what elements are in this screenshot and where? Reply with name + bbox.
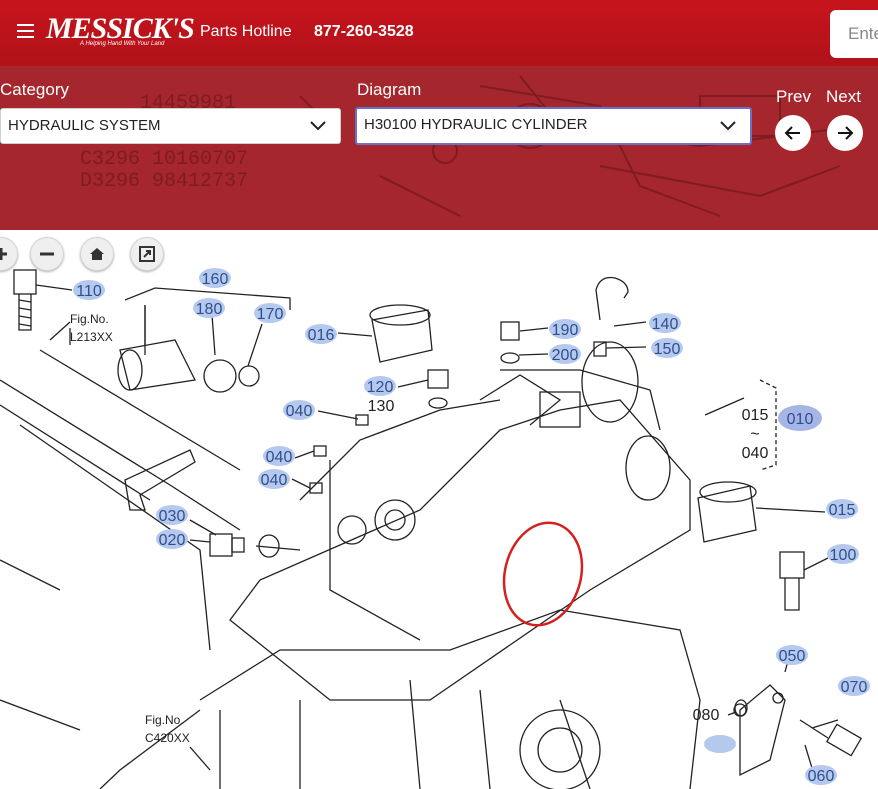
callout-200[interactable]: 200: [552, 347, 579, 364]
label-130: 130: [368, 398, 395, 415]
callout-160[interactable]: 160: [202, 271, 229, 288]
diagram-label: Diagram: [357, 80, 422, 99]
empty-callout: [704, 735, 736, 753]
banner-background-drawing: 14459981 C3296 10160707 D3296 98412737: [80, 75, 861, 217]
label-080: 080: [693, 707, 720, 724]
callout-016[interactable]: 016: [308, 327, 335, 344]
fullscreen-icon: [139, 246, 155, 262]
callout-140[interactable]: 140: [652, 316, 679, 333]
site-header: MESSICK'S A Helping Hand With Your Land …: [0, 0, 878, 66]
logo-tagline: A Helping Hand With Your Land: [80, 41, 165, 47]
zoom-out-button[interactable]: [30, 237, 64, 271]
home-button[interactable]: [80, 237, 114, 271]
chevron-down-icon: [720, 121, 736, 131]
prev-label: Prev: [776, 87, 811, 106]
callout-100[interactable]: 100: [830, 547, 857, 564]
logo-wordmark: MESSICK'S: [46, 12, 195, 45]
callout-120[interactable]: 120: [367, 379, 394, 396]
label-015: 015: [742, 407, 769, 424]
banner-text-2: C3296 10160707: [80, 148, 248, 171]
messicks-logo[interactable]: MESSICK'S A Helping Hand With Your Land: [46, 12, 195, 50]
hamburger-menu-icon[interactable]: [17, 24, 34, 38]
callout-040-a[interactable]: 040: [286, 403, 313, 420]
arrow-left-icon: [784, 126, 800, 140]
callout-150[interactable]: 150: [654, 341, 681, 358]
category-label: Category: [0, 80, 69, 99]
diagram-select[interactable]: H30100 HYDRAULIC CYLINDER: [355, 107, 752, 145]
fig-ref-number-1[interactable]: L213XX: [70, 330, 113, 344]
next-button[interactable]: [827, 115, 863, 151]
category-select-value: HYDRAULIC SYSTEM: [8, 117, 161, 134]
search-input[interactable]: Ente: [830, 10, 878, 58]
parts-hotline-number[interactable]: 877-260-3528: [314, 23, 414, 41]
parts-diagram: 110 160 180 170 016 190 140 200 150 120 …: [0, 268, 870, 789]
callout-190[interactable]: 190: [552, 322, 579, 339]
label-040: 040: [742, 445, 769, 462]
callout-040-b[interactable]: 040: [266, 449, 293, 466]
callout-170[interactable]: 170: [257, 306, 284, 323]
diagram-selector-banner: 14459981 C3296 10160707 D3296 98412737 C…: [0, 66, 878, 230]
fig-ref-label-1: Fig.No.: [70, 312, 109, 326]
callout-070[interactable]: 070: [841, 679, 868, 696]
chevron-down-icon: [310, 121, 326, 131]
parts-hotline-label: Parts Hotline: [200, 23, 292, 40]
home-icon: [90, 248, 104, 260]
callout-110[interactable]: 110: [76, 283, 102, 300]
zoom-in-icon: [0, 248, 7, 260]
zoom-out-icon: [40, 252, 54, 256]
next-label: Next: [826, 87, 861, 106]
fullscreen-button[interactable]: [130, 237, 164, 271]
callout-050[interactable]: 050: [779, 648, 806, 665]
callout-040-c[interactable]: 040: [261, 472, 288, 489]
callout-030[interactable]: 030: [159, 508, 186, 525]
parts-diagram-viewer[interactable]: 110 160 180 170 016 190 140 200 150 120 …: [0, 230, 878, 789]
prev-button[interactable]: [775, 115, 811, 151]
callout-180[interactable]: 180: [196, 301, 223, 318]
diagram-select-value: H30100 HYDRAULIC CYLINDER: [364, 116, 588, 133]
category-select[interactable]: HYDRAULIC SYSTEM: [0, 108, 341, 144]
arrow-right-icon: [838, 126, 854, 140]
banner-text-3: D3296 98412737: [80, 170, 248, 193]
callout-015[interactable]: 015: [829, 502, 856, 519]
callout-010[interactable]: 010: [787, 411, 814, 428]
fig-ref-number-2[interactable]: C420XX: [145, 731, 190, 745]
callout-020[interactable]: 020: [159, 532, 186, 549]
fig-ref-label-2: Fig.No.: [145, 713, 184, 727]
callout-060[interactable]: 060: [808, 768, 835, 785]
label-tilde: ~: [750, 426, 759, 443]
